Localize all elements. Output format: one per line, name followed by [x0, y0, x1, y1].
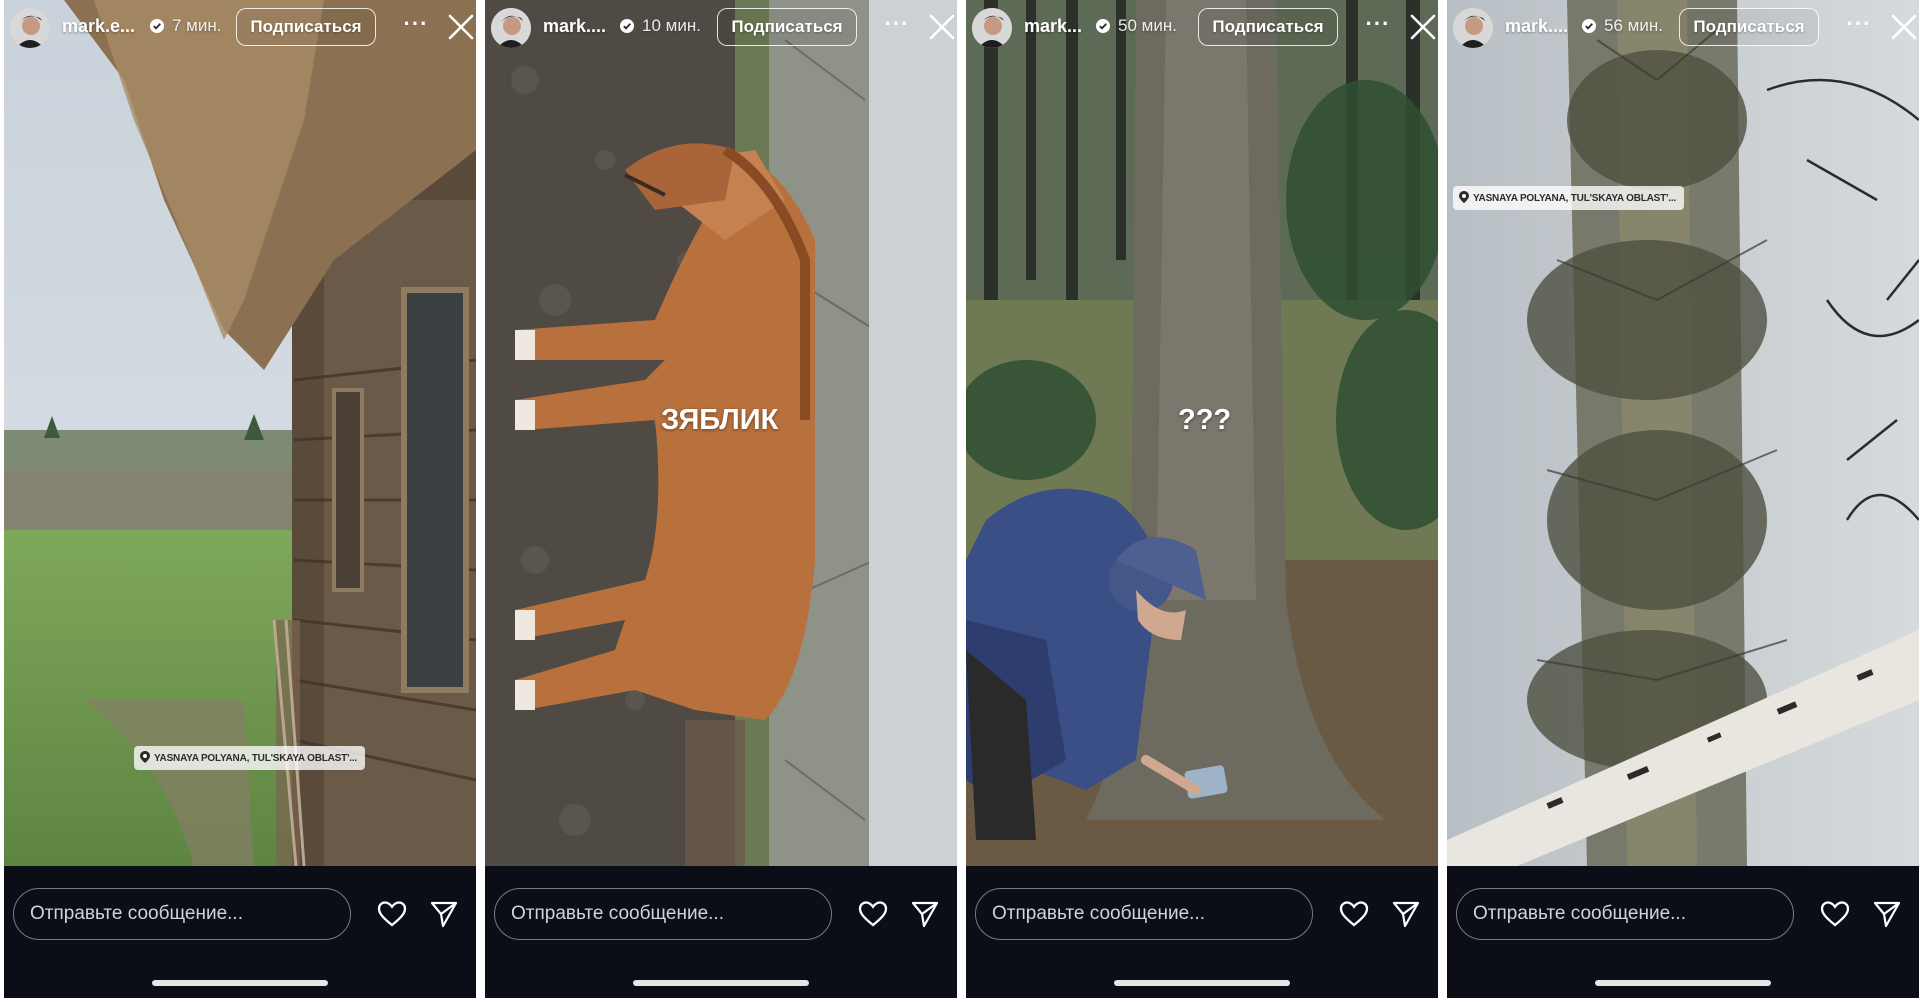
subscribe-button[interactable]: Подписаться [1679, 8, 1819, 46]
avatar[interactable] [972, 8, 1012, 48]
heart-icon[interactable] [374, 896, 410, 932]
reply-bar [485, 866, 957, 998]
home-indicator [1114, 980, 1290, 986]
story-header: mark... 50 мин. Подписаться ··· [966, 0, 1438, 56]
username[interactable]: mark.... [1505, 16, 1568, 37]
message-input[interactable] [975, 888, 1313, 940]
close-icon[interactable] [927, 12, 957, 44]
location-pin-icon [140, 750, 150, 766]
verified-badge-icon [1096, 19, 1110, 33]
username[interactable]: mark... [1024, 16, 1082, 37]
more-options-button[interactable]: ··· [879, 10, 915, 44]
verified-badge-icon [150, 19, 164, 33]
home-indicator [633, 980, 809, 986]
story-panel-1[interactable]: mark.e... 7 мин. Подписаться ··· YASNAYA… [4, 0, 476, 998]
location-label: YASNAYA POLYANA, TUL'SKAYA OBLAST'... [154, 752, 357, 764]
more-options-button[interactable]: ··· [1360, 10, 1396, 44]
heart-icon[interactable] [1336, 896, 1372, 932]
send-icon[interactable] [907, 896, 943, 932]
heart-icon[interactable] [855, 896, 891, 932]
story-header: mark.... 10 мин. Подписаться ··· [485, 0, 957, 56]
close-icon[interactable] [1889, 12, 1919, 44]
subscribe-button[interactable]: Подписаться [1198, 8, 1338, 46]
reply-bar [4, 866, 476, 998]
more-options-button[interactable]: ··· [1841, 10, 1877, 44]
location-sticker[interactable]: YASNAYA POLYANA, TUL'SKAYA OBLAST'... [134, 746, 365, 770]
home-indicator [1595, 980, 1771, 986]
subscribe-button[interactable]: Подписаться [236, 8, 376, 46]
story-photo-house[interactable] [4, 0, 476, 866]
message-input[interactable] [494, 888, 832, 940]
message-input[interactable] [1456, 888, 1794, 940]
story-time: 56 мин. [1604, 16, 1663, 35]
story-panel-3[interactable]: ??? mark... 50 мин. Подписаться ··· [966, 0, 1438, 998]
subscribe-button[interactable]: Подписаться [717, 8, 857, 46]
send-icon[interactable] [426, 896, 462, 932]
more-options-button[interactable]: ··· [398, 10, 434, 44]
verified-badge-icon [1582, 19, 1596, 33]
story-caption: ЗЯБЛИК [661, 404, 779, 436]
username[interactable]: mark.... [543, 16, 606, 37]
location-sticker[interactable]: YASNAYA POLYANA, TUL'SKAYA OBLAST'... [1453, 186, 1684, 210]
send-icon[interactable] [1869, 896, 1905, 932]
heart-icon[interactable] [1817, 896, 1853, 932]
close-icon[interactable] [446, 12, 476, 44]
close-icon[interactable] [1408, 12, 1438, 44]
reply-bar [966, 866, 1438, 998]
verified-badge-icon [620, 19, 634, 33]
avatar[interactable] [10, 8, 50, 48]
message-input[interactable] [13, 888, 351, 940]
story-panel-2[interactable]: ЗЯБЛИК mark.... 10 мин. Подписаться ··· [485, 0, 957, 998]
story-caption: ??? [1178, 404, 1232, 436]
story-panel-4[interactable]: mark.... 56 мин. Подписаться ··· YASNAYA… [1447, 0, 1919, 998]
story-photo-reflection[interactable] [1447, 0, 1919, 866]
story-header: mark.... 56 мин. Подписаться ··· [1447, 0, 1919, 56]
story-header: mark.e... 7 мин. Подписаться ··· [4, 0, 476, 56]
username[interactable]: mark.e... [62, 16, 135, 37]
reply-bar [1447, 866, 1919, 998]
story-time: 50 мин. [1118, 16, 1177, 35]
home-indicator [152, 980, 328, 986]
story-time: 10 мин. [642, 16, 701, 35]
avatar[interactable] [491, 8, 531, 48]
location-pin-icon [1459, 190, 1469, 206]
story-time: 7 мин. [172, 16, 222, 35]
send-icon[interactable] [1388, 896, 1424, 932]
avatar[interactable] [1453, 8, 1493, 48]
location-label: YASNAYA POLYANA, TUL'SKAYA OBLAST'... [1473, 192, 1676, 204]
stories-strip: mark.e... 7 мин. Подписаться ··· YASNAYA… [0, 0, 1920, 1002]
